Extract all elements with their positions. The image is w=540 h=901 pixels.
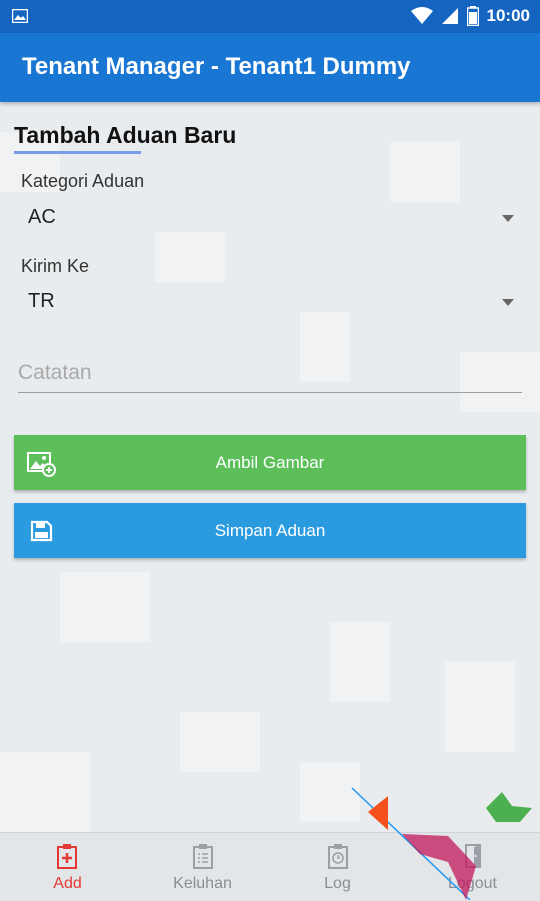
app-bar: Tenant Manager - Tenant1 Dummy — [0, 33, 540, 102]
send-to-dropdown[interactable]: TR — [14, 284, 526, 320]
clipboard-clock-icon — [328, 844, 348, 869]
nav-item-add[interactable]: Add — [0, 833, 135, 901]
nav-item-log[interactable]: Log — [270, 833, 405, 901]
save-floppy-icon — [30, 520, 53, 542]
app-title: Tenant Manager - Tenant1 Dummy — [22, 53, 411, 80]
category-dropdown[interactable]: AC — [14, 200, 526, 236]
nav-label-logout: Logout — [448, 875, 497, 892]
nav-label-keluhan: Keluhan — [173, 875, 232, 892]
save-complaint-button[interactable]: Simpan Aduan — [14, 503, 526, 558]
signal-icon — [441, 8, 458, 24]
nav-item-logout[interactable]: Logout — [405, 833, 540, 901]
send-to-label: Kirim Ke — [21, 256, 90, 276]
take-photo-button[interactable]: Ambil Gambar — [14, 435, 526, 490]
battery-icon — [466, 6, 479, 26]
logout-door-icon — [465, 844, 481, 868]
dropdown-arrow-icon — [502, 215, 514, 222]
nav-item-keluhan[interactable]: Keluhan — [135, 833, 270, 901]
nav-label-add: Add — [53, 875, 82, 892]
status-bar: 10:00 — [0, 0, 540, 33]
bottom-navigation: Add Keluhan Log Logout — [0, 832, 540, 901]
take-photo-label: Ambil Gambar — [215, 452, 325, 472]
category-label: Kategori Aduan — [21, 171, 145, 191]
save-complaint-label: Simpan Aduan — [214, 520, 326, 540]
wifi-icon — [410, 7, 433, 24]
nav-label-log: Log — [324, 875, 351, 892]
form-title: Tambah Aduan Baru — [14, 122, 237, 148]
add-clipboard-icon — [57, 844, 77, 869]
status-time: 10:00 — [486, 6, 530, 25]
clipboard-list-icon — [193, 844, 213, 869]
image-notification-icon — [12, 9, 28, 23]
send-to-value: TR — [28, 290, 55, 312]
note-input[interactable] — [18, 354, 522, 393]
dropdown-arrow-icon — [502, 299, 514, 306]
add-photo-icon — [27, 452, 56, 477]
category-value: AC — [28, 206, 56, 228]
title-underline — [14, 151, 141, 154]
